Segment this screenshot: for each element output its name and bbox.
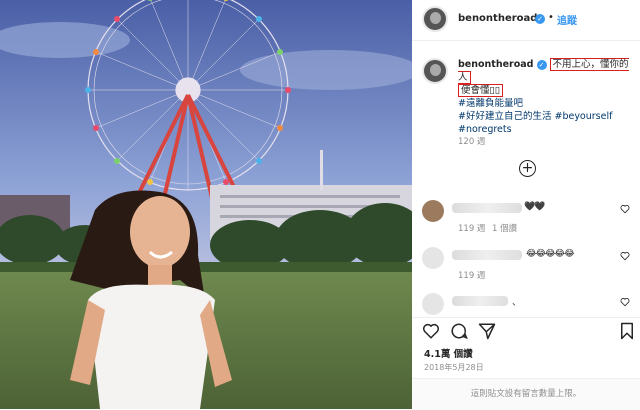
caption-username[interactable]: benontheroad <box>458 59 533 70</box>
follow-button[interactable]: 追蹤 <box>557 12 577 27</box>
comment-text: 😂😂😂😂😂 <box>526 249 575 259</box>
separator-dot: • <box>548 12 554 23</box>
header-username[interactable]: benontheroad <box>458 13 537 24</box>
comment-limit-notice: 這則貼文設有留言數量上限。 <box>412 378 640 410</box>
comment-text: 、 <box>512 298 521 308</box>
bookmark-icon[interactable] <box>618 322 636 340</box>
avatar[interactable] <box>422 6 448 32</box>
caption-verified-icon: ✓ <box>536 59 547 70</box>
verified-icon: ✓ <box>535 14 545 24</box>
post-side-panel: benontheroad ✓ • 追蹤 benontheroad ✓ 不用上心，… <box>412 0 640 410</box>
comment-avatar[interactable] <box>422 247 444 269</box>
hashtag-1[interactable]: #遠離負能量吧 <box>458 97 636 110</box>
post-header: benontheroad ✓ • 追蹤 <box>412 0 640 41</box>
comment-heart-icon[interactable] <box>620 204 630 214</box>
share-icon[interactable] <box>478 322 496 340</box>
comment-heart-icon[interactable] <box>620 251 630 261</box>
blurred-username <box>452 203 522 213</box>
likes-count[interactable]: 4.1萬 個讚 <box>424 346 473 360</box>
load-more-comments-icon[interactable]: + <box>519 160 536 177</box>
blurred-username <box>452 250 522 260</box>
comment-row: 😂😂😂😂😂 119 週 <box>422 247 638 287</box>
comment-icon[interactable] <box>450 322 468 340</box>
caption-time: 120 週 <box>458 137 486 147</box>
comment-row: 🖤🖤 119 週 1 個讚 <box>422 200 638 240</box>
heart-icon[interactable] <box>422 322 440 340</box>
comment-avatar[interactable] <box>422 200 444 222</box>
comment-likes[interactable]: 1 個讚 <box>492 222 517 234</box>
blurred-username <box>452 296 508 306</box>
comment-time: 119 週 <box>458 271 486 281</box>
caption-highlight-2: 便會懂▯▯ <box>458 84 503 97</box>
comment-time: 119 週 <box>458 224 486 234</box>
post-photo <box>0 0 412 409</box>
divider <box>412 317 640 318</box>
post-date: 2018年5月28日 <box>424 363 484 372</box>
comment-text: 🖤🖤 <box>524 202 545 212</box>
caption-avatar[interactable] <box>422 58 448 84</box>
comment-heart-icon[interactable] <box>620 297 630 307</box>
caption: benontheroad ✓ 不用上心，懂你的人 便會懂▯▯ #遠離負能量吧 #… <box>458 58 636 136</box>
ferris-wheel-photo <box>0 0 412 409</box>
hashtag-2[interactable]: #好好建立自己的生活 #beyourself <box>458 110 636 123</box>
comment-avatar[interactable] <box>422 293 444 315</box>
